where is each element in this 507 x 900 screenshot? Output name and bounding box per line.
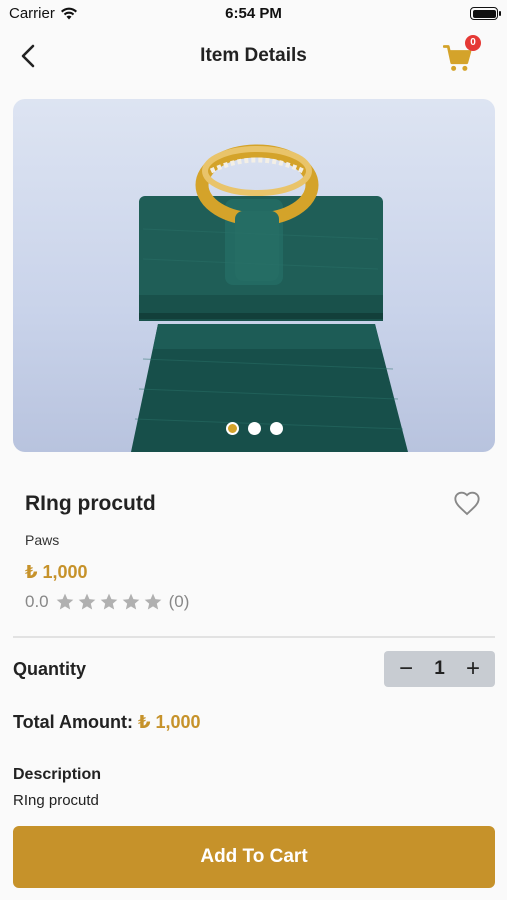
clock: 6:54 PM xyxy=(225,5,282,22)
carousel-dot[interactable] xyxy=(225,422,239,435)
status-bar: Carrier 6:54 PM xyxy=(0,0,507,28)
star-icon xyxy=(122,593,139,610)
product-price: ₺ 1,000 xyxy=(25,562,88,582)
divider xyxy=(13,636,495,638)
quantity-stepper: − 1 + xyxy=(384,651,495,687)
star-icon xyxy=(56,593,73,610)
description-title: Description xyxy=(13,766,102,783)
product-brand: Paws xyxy=(25,532,60,548)
description-text: RIng procutd xyxy=(13,792,99,809)
quantity-value: 1 xyxy=(434,658,445,679)
cart-count-badge: 0 xyxy=(465,35,481,51)
rating-stars xyxy=(55,592,163,612)
product-image-carousel[interactable] xyxy=(13,99,495,452)
decrease-quantity-button[interactable]: − xyxy=(396,657,416,681)
add-to-cart-button[interactable]: Add To Cart xyxy=(13,826,495,888)
star-icon xyxy=(78,593,95,610)
quantity-label: Quantity xyxy=(13,659,87,679)
add-to-cart-label: Add To Cart xyxy=(200,846,308,867)
total-amount-label: Total Amount: xyxy=(13,712,133,732)
cart-button[interactable]: 0 xyxy=(441,35,481,74)
review-count: (0) xyxy=(168,592,190,611)
total-amount-value: ₺ 1,000 xyxy=(138,712,201,732)
total-amount: Total Amount: ₺ 1,000 xyxy=(13,712,201,733)
page-title: Item Details xyxy=(200,45,307,66)
heart-icon xyxy=(454,491,480,516)
carousel-dot[interactable] xyxy=(269,422,283,435)
battery-icon xyxy=(470,7,501,20)
product-image xyxy=(131,144,408,452)
favorite-button[interactable] xyxy=(453,490,481,518)
carousel-pagination xyxy=(13,422,495,435)
carousel-dot[interactable] xyxy=(247,422,261,435)
star-icon xyxy=(144,593,161,610)
product-rating: 0.0 (0) xyxy=(25,592,189,612)
increase-quantity-button[interactable]: + xyxy=(463,657,483,681)
rating-value: 0.0 xyxy=(25,592,49,611)
nav-bar: Item Details 0 xyxy=(0,30,507,82)
product-name: RIng procutd xyxy=(25,492,156,515)
star-icon xyxy=(100,593,117,610)
